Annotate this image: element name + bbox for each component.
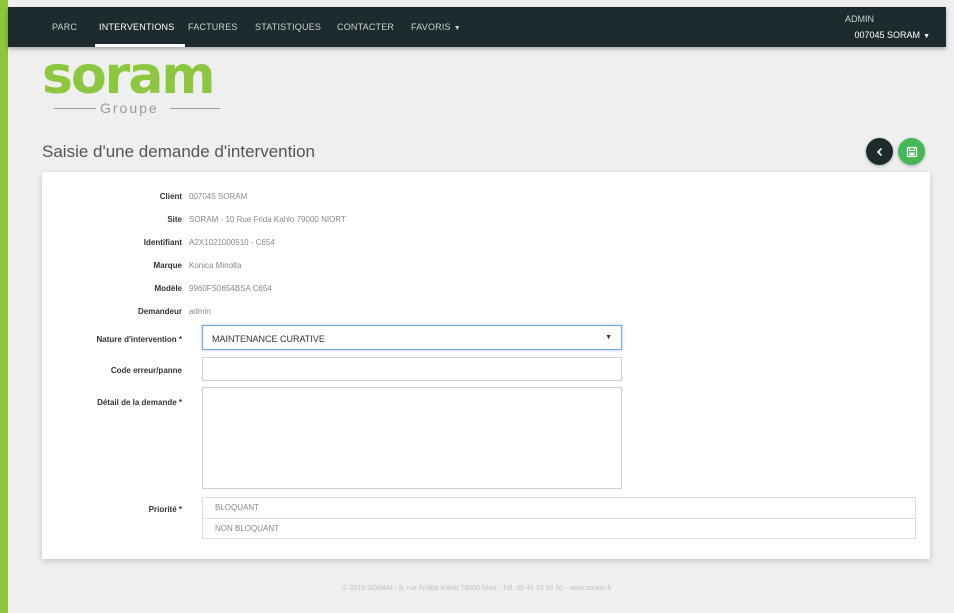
site-label: Site	[167, 215, 182, 224]
user-name: ADMIN	[845, 14, 874, 24]
floppy-disk-icon	[906, 146, 917, 157]
client-value: 007045 SORAM	[189, 192, 248, 201]
nav-item-factures[interactable]: FACTURES	[188, 22, 238, 32]
priorite-options: BLOQUANT NON BLOQUANT	[202, 497, 916, 539]
priorite-option-non-bloquant[interactable]: NON BLOQUANT	[203, 518, 915, 538]
demandeur-label: Demandeur	[137, 307, 182, 316]
logo-divider-left	[54, 108, 96, 109]
code-erreur-input[interactable]	[202, 357, 622, 381]
priorite-label: Priorité *	[148, 505, 182, 514]
account-menu[interactable]: 007045 SORAM ▼	[855, 30, 930, 40]
page-footer: © 2019 SORAM - 8, rue Fridda Kahlo 79000…	[342, 585, 612, 592]
caret-down-icon: ▼	[923, 33, 930, 40]
nav-item-favoris-label: FAVORIS	[411, 22, 451, 32]
nature-intervention-select[interactable]: MAINTENANCE CURATIVE ▼	[202, 325, 622, 350]
logo-subtitle: Groupe	[100, 100, 159, 116]
back-button[interactable]	[866, 138, 893, 165]
chevron-left-icon	[876, 147, 882, 156]
nav-item-contacter[interactable]: CONTACTER	[337, 22, 394, 32]
nav-item-interventions[interactable]: INTERVENTIONS	[99, 22, 174, 32]
nature-intervention-value: MAINTENANCE CURATIVE	[212, 334, 325, 344]
site-value: SORAM - 10 Rue Frida Kahlo 79000 NIORT	[189, 215, 346, 224]
modele-label: Modèle	[154, 284, 182, 293]
soram-logo: soram Groupe	[42, 46, 224, 120]
top-navbar: PARC INTERVENTIONS FACTURES STATISTIQUES…	[8, 7, 946, 47]
identifiant-label: Identifiant	[143, 238, 182, 247]
save-button[interactable]	[898, 138, 925, 165]
demandeur-value: admin	[189, 307, 211, 316]
page-title: Saisie d'une demande d'intervention	[42, 142, 316, 161]
identifiant-value: A2X1021000510 - C654	[189, 238, 275, 247]
logo-wordmark: soram	[42, 46, 216, 106]
nav-item-favoris[interactable]: FAVORIS ▼	[411, 22, 461, 32]
account-label: 007045 SORAM	[854, 30, 921, 40]
intervention-form-card: Client 007045 SORAM Site SORAM - 10 Rue …	[42, 172, 930, 559]
nav-item-parc[interactable]: PARC	[52, 22, 77, 32]
nav-item-statistiques[interactable]: STATISTIQUES	[255, 22, 321, 32]
nature-intervention-label: Nature d'intervention *	[96, 335, 182, 344]
priorite-option-bloquant[interactable]: BLOQUANT	[203, 498, 915, 518]
client-label: Client	[159, 192, 182, 201]
code-erreur-label: Code erreur/panne	[110, 366, 182, 375]
caret-down-icon: ▼	[453, 25, 461, 32]
caret-down-icon: ▼	[605, 334, 612, 341]
marque-label: Marque	[153, 261, 182, 270]
modele-value: 9960FS0654BSA C654	[189, 284, 272, 293]
brand-stripe	[0, 0, 8, 613]
marque-value: Konica Minolta	[189, 261, 242, 270]
detail-demande-textarea[interactable]	[202, 387, 622, 489]
logo-divider-right	[170, 108, 220, 109]
detail-demande-label: Détail de la demande *	[97, 398, 182, 407]
